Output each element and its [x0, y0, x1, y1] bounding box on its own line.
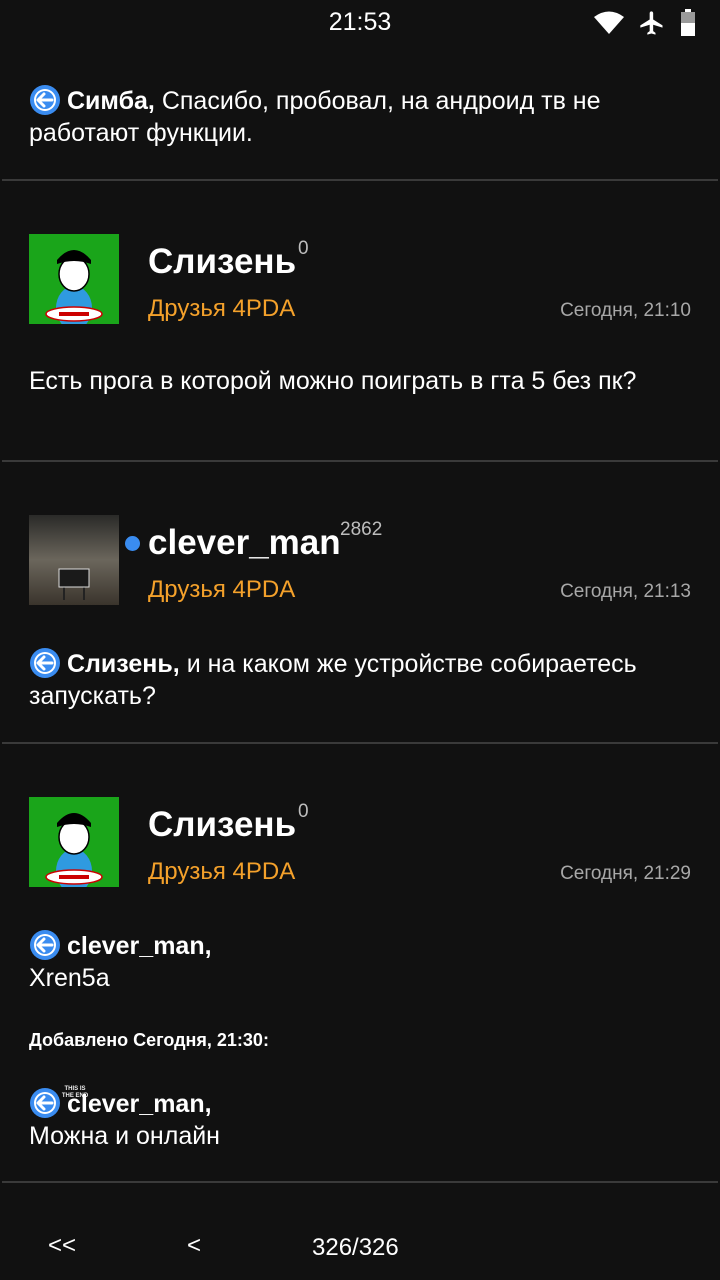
status-bar: 21:53 — [0, 0, 720, 46]
post-text: clever_man, Xren5a — [29, 929, 680, 994]
post-body: Xren5a — [29, 964, 110, 992]
reputation-count[interactable]: 0 — [298, 801, 309, 823]
page-counter[interactable]: 326/326 — [312, 1234, 399, 1262]
reply-arrow-icon[interactable] — [29, 929, 61, 961]
username[interactable]: clever_man — [148, 523, 341, 563]
online-indicator — [125, 536, 140, 551]
user-group: Друзья 4PDA — [148, 576, 296, 603]
reputation-count[interactable]: 0 — [298, 238, 309, 260]
airplane-mode-icon — [640, 11, 663, 35]
avatar-image — [29, 234, 119, 330]
reply-arrow-icon[interactable] — [29, 1087, 61, 1119]
divider — [2, 179, 718, 181]
post-time: Сегодня, 21:13 — [560, 581, 691, 602]
battery-icon — [681, 9, 695, 36]
reply-arrow-icon[interactable] — [29, 647, 61, 679]
user-group: Друзья 4PDA — [148, 858, 296, 885]
post-text: clever_man, Можна и онлайн — [29, 1087, 680, 1152]
divider — [2, 460, 718, 462]
username[interactable]: Слизень — [148, 242, 296, 282]
post-time: Сегодня, 21:10 — [560, 300, 691, 321]
post-text: Симба, Спасибо, пробовал, на андроид тв … — [29, 84, 680, 149]
pagination-bar: << < 326/326 — [0, 1220, 720, 1270]
divider — [2, 1181, 718, 1183]
avatar-image — [29, 797, 119, 893]
added-label: Добавлено Сегодня, 21:30: — [29, 1030, 269, 1050]
reputation-count[interactable]: 2862 — [340, 519, 382, 541]
user-group: Друзья 4PDA — [148, 295, 296, 322]
reply-username[interactable]: clever_man, — [67, 1090, 212, 1118]
avatar-image — [29, 515, 119, 605]
avatar[interactable] — [29, 234, 119, 330]
post-body: Можна и онлайн — [29, 1122, 220, 1150]
reply-username[interactable]: Слизень, — [67, 650, 180, 678]
avatar[interactable] — [29, 797, 119, 893]
prev-page-button[interactable]: < — [187, 1232, 201, 1260]
reply-username[interactable]: clever_man, — [67, 932, 212, 960]
post-text: Есть прога в которой можно поиграть в гт… — [29, 367, 637, 395]
status-icons — [594, 8, 696, 38]
avatar[interactable] — [29, 515, 119, 605]
wifi-icon — [594, 11, 624, 34]
reply-arrow-icon[interactable] — [29, 84, 61, 116]
username[interactable]: Слизень — [148, 805, 296, 845]
post-text: Слизень, и на каком же устройстве собира… — [29, 647, 680, 712]
reply-username[interactable]: Симба, — [67, 87, 155, 115]
divider — [2, 742, 718, 744]
post-time: Сегодня, 21:29 — [560, 863, 691, 884]
first-page-button[interactable]: << — [48, 1232, 76, 1260]
